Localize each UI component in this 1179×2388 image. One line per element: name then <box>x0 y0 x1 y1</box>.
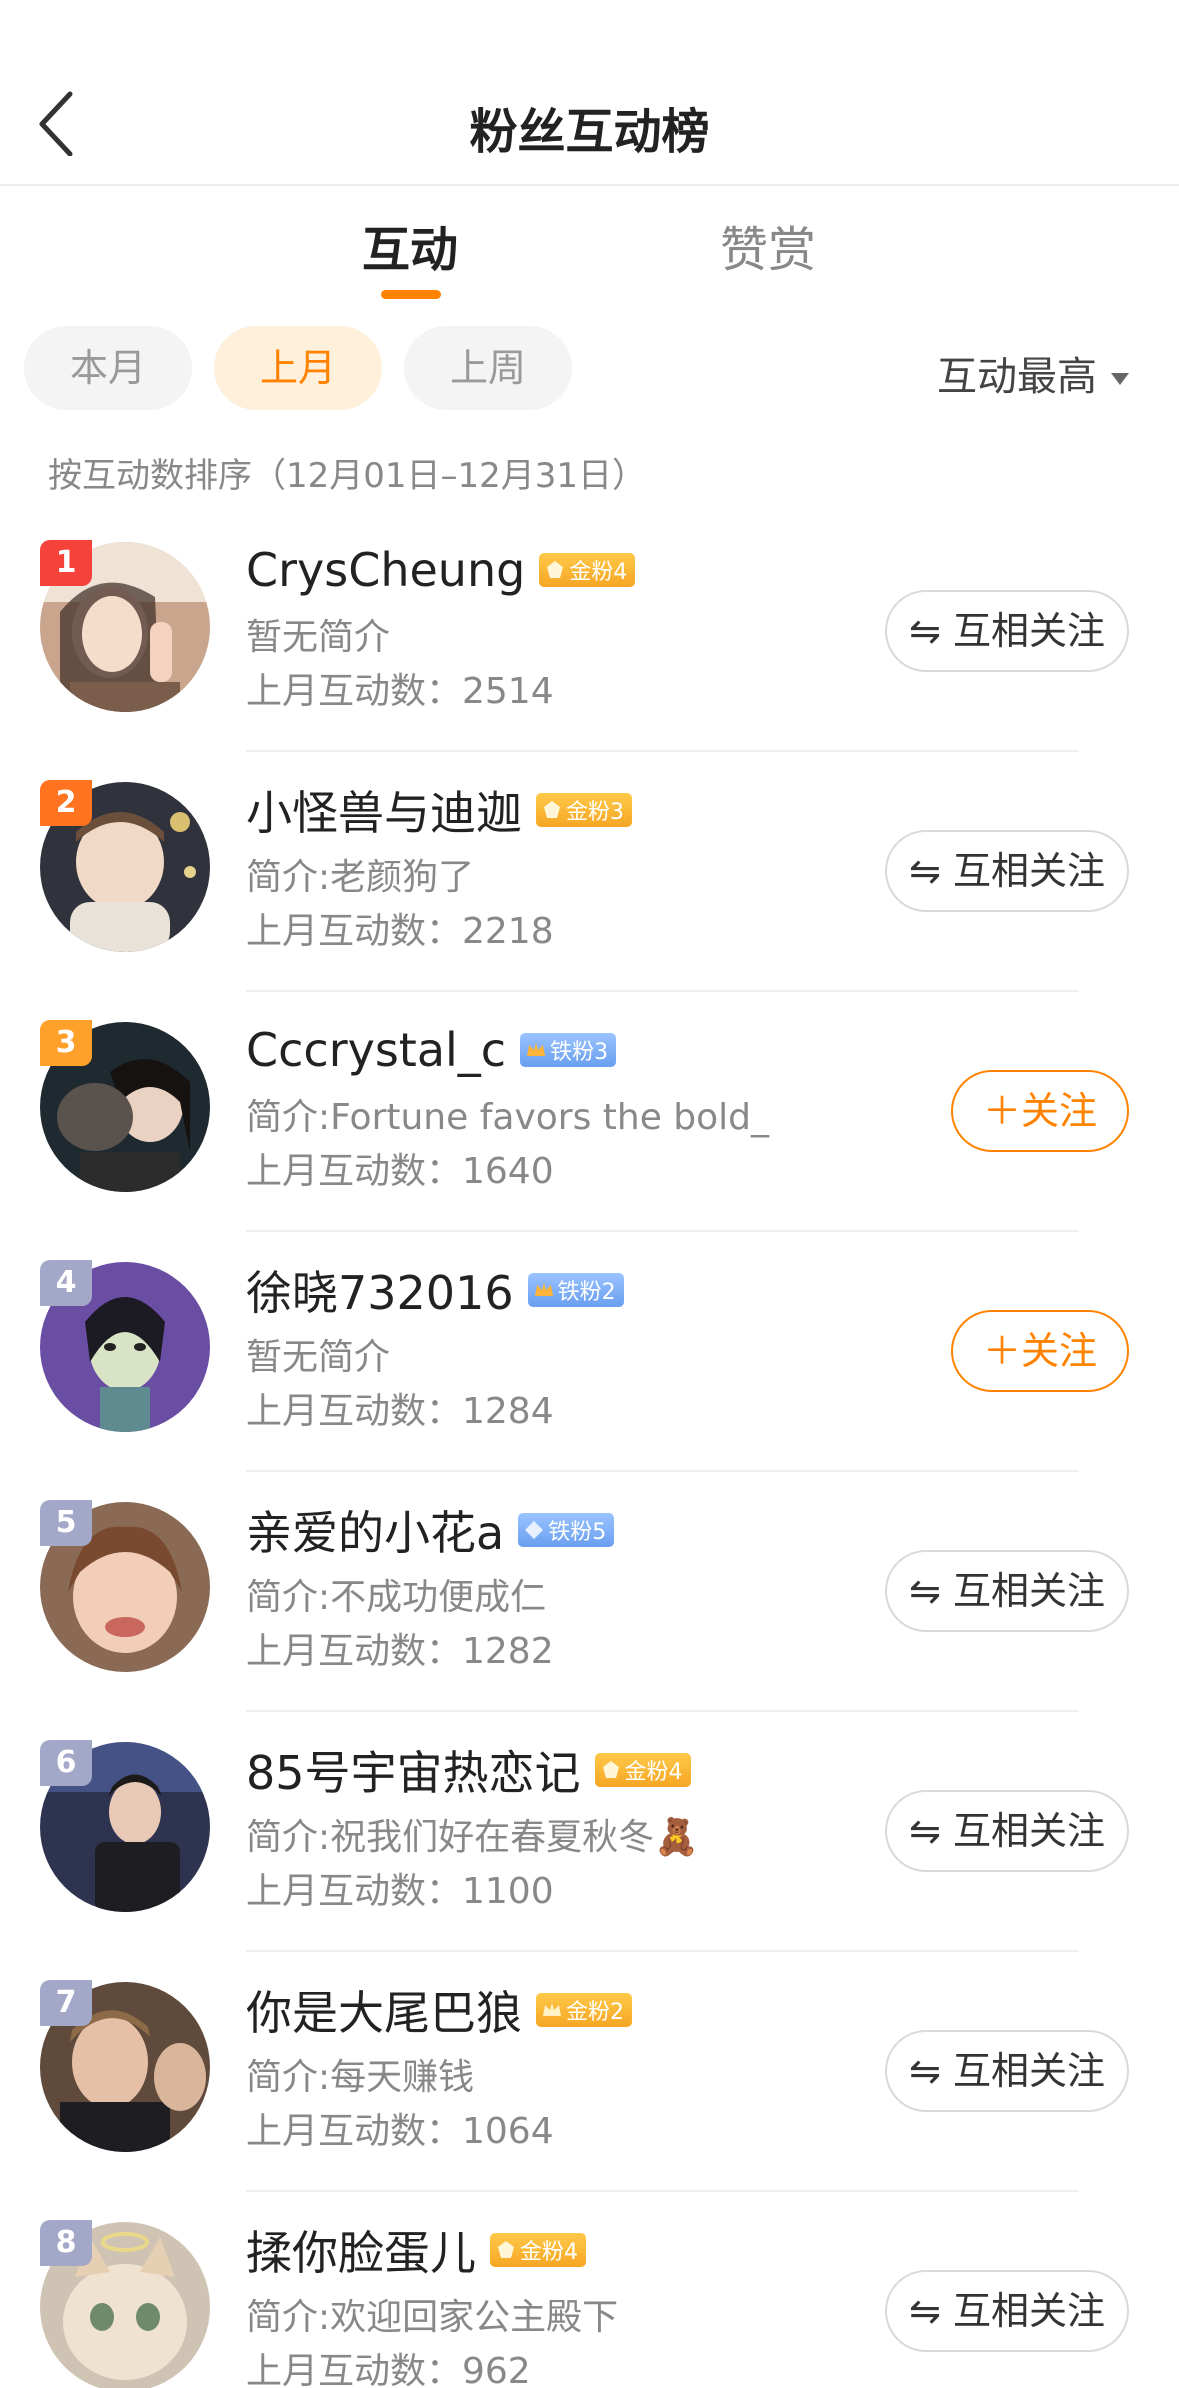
rank-badge: 5 <box>40 1500 92 1546</box>
name-line: 徐晓732016 铁粉2 <box>246 1260 624 1320</box>
sort-dropdown[interactable]: 互动最高 <box>937 344 1129 402</box>
fan-level-label: 金粉3 <box>566 800 624 825</box>
mutual-follow-button[interactable]: ⇋ 互相关注 <box>885 1790 1129 1872</box>
bio-text: 简介:Fortune favors the bold_ <box>246 1097 770 1138</box>
interaction-count: 上月互动数：1282 <box>246 1631 554 1672</box>
list-item[interactable]: 5 亲爱的小花a 铁粉5 简介:不成功便成仁 上月互动数：1282 ⇋ 互相关注 <box>0 1472 1179 1712</box>
fan-level-badge: 金粉4 <box>594 1753 691 1787</box>
name-line: 亲爱的小花a 铁粉5 <box>246 1497 615 1563</box>
rank-badge: 6 <box>40 1740 92 1786</box>
caret-down-icon <box>1111 373 1129 385</box>
gem-icon <box>602 1761 619 1778</box>
rank-badge: 4 <box>40 1260 92 1306</box>
mutual-follow-button[interactable]: ⇋ 互相关注 <box>885 2030 1129 2112</box>
date-range-text: 按互动数排序（12月01日–12月31日） <box>48 456 647 496</box>
rank-badge: 2 <box>40 780 92 826</box>
gem-icon <box>544 801 560 818</box>
username[interactable]: 亲爱的小花a <box>246 1497 504 1563</box>
diamond-icon <box>525 1521 544 1539</box>
list-item[interactable]: 7 你是大尾巴狼 金粉2 简介:每天赚钱 上月互动数：1064 ⇋ 互相关注 <box>0 1952 1179 2192</box>
mutual-follow-button[interactable]: ⇋ 互相关注 <box>885 2270 1129 2352</box>
interaction-count: 上月互动数：1064 <box>246 2111 554 2152</box>
fan-level-label: 金粉4 <box>520 2240 578 2265</box>
interaction-count: 上月互动数：1100 <box>246 1871 554 1912</box>
crown-icon <box>543 2003 561 2016</box>
interaction-count: 上月互动数：1640 <box>246 1151 554 1192</box>
list-item[interactable]: 1 CrysCheung 金粉4 暂无简介 上月互动数：2514 ⇋ 互相关注 <box>0 512 1179 752</box>
page-title: 粉丝互动榜 <box>469 104 710 160</box>
interaction-count: 上月互动数：2218 <box>246 911 554 952</box>
username[interactable]: Cccrystal_c <box>246 1023 506 1077</box>
interaction-count: 上月互动数：2514 <box>246 671 554 712</box>
list-item[interactable]: 4 徐晓732016 铁粉2 暂无简介 上月互动数：1284 ＋关注 <box>0 1232 1179 1472</box>
interaction-count: 上月互动数：962 <box>246 2351 531 2388</box>
bio-text: 简介:欢迎回家公主殿下 <box>246 2297 619 2338</box>
bio-text: 简介:不成功便成仁 <box>246 1577 547 1618</box>
tab-bar: 互动 赞赏 <box>0 186 1179 310</box>
username[interactable]: 揉你脸蛋儿 <box>246 2217 476 2283</box>
name-line: Cccrystal_c 铁粉3 <box>246 1020 617 1080</box>
gem-icon <box>547 561 564 578</box>
tab-interaction[interactable]: 互动 <box>362 210 458 280</box>
username[interactable]: 85号宇宙热恋记 <box>246 1737 581 1803</box>
tab-active-indicator <box>381 290 441 299</box>
username[interactable]: 小怪兽与迪迦 <box>246 777 522 843</box>
fan-level-label: 金粉2 <box>566 2000 624 2025</box>
list-item[interactable]: 2 小怪兽与迪迦 金粉3 简介:老颜狗了 上月互动数：2218 ⇋ 互相关注 <box>0 752 1179 992</box>
interaction-count: 上月互动数：1284 <box>246 1391 554 1432</box>
list-item[interactable]: 8 揉你脸蛋儿 金粉4 简介:欢迎回家公主殿下 上月互动数：962 ⇋ 互相关注 <box>0 2192 1179 2388</box>
rank-badge: 1 <box>40 540 92 586</box>
list-item[interactable]: 3 Cccrystal_c 铁粉3 简介:Fortune favors the … <box>0 992 1179 1232</box>
name-line: CrysCheung 金粉4 <box>246 540 636 600</box>
bio-text: 简介:老颜狗了 <box>246 857 475 898</box>
fan-level-label: 金粉4 <box>569 560 628 585</box>
follow-button[interactable]: ＋关注 <box>951 1310 1129 1392</box>
sort-label: 互动最高 <box>937 354 1097 400</box>
username[interactable]: CrysCheung <box>246 543 525 597</box>
username[interactable]: 你是大尾巴狼 <box>246 1977 522 2043</box>
fan-level-badge: 铁粉2 <box>527 1273 624 1307</box>
filter-last-month[interactable]: 上月 <box>214 326 382 410</box>
filter-this-month[interactable]: 本月 <box>24 326 192 410</box>
list-item[interactable]: 6 85号宇宙热恋记 金粉4 简介:祝我们好在春夏秋冬🧸 上月互动数：1100 … <box>0 1712 1179 1952</box>
name-line: 85号宇宙热恋记 金粉4 <box>246 1740 691 1800</box>
fan-level-label: 金粉4 <box>624 1760 683 1785</box>
period-filter: 本月 上月 上周 互动最高 <box>0 326 1179 410</box>
tab-appreciation[interactable]: 赞赏 <box>720 210 816 280</box>
fan-level-badge: 金粉3 <box>536 793 632 827</box>
nav-bar: 粉丝互动榜 <box>0 0 1179 186</box>
fan-level-badge: 铁粉3 <box>520 1033 617 1067</box>
fan-level-badge: 金粉4 <box>490 2233 586 2267</box>
mutual-follow-button[interactable]: ⇋ 互相关注 <box>885 830 1129 912</box>
filter-last-week[interactable]: 上周 <box>404 326 572 410</box>
name-line: 你是大尾巴狼 金粉2 <box>246 1980 632 2040</box>
rank-badge: 7 <box>40 1980 92 2026</box>
bio-text: 简介:每天赚钱 <box>246 2057 475 2098</box>
crown-icon <box>527 1043 546 1056</box>
bio-text: 暂无简介 <box>246 617 391 658</box>
follow-button[interactable]: ＋关注 <box>951 1070 1129 1152</box>
fan-level-label: 铁粉5 <box>548 1520 607 1545</box>
fan-level-label: 铁粉3 <box>550 1040 609 1065</box>
mutual-follow-button[interactable]: ⇋ 互相关注 <box>885 1550 1129 1632</box>
fan-level-badge: 金粉4 <box>539 553 636 587</box>
username[interactable]: 徐晓732016 <box>246 1257 514 1323</box>
fan-list: 1 CrysCheung 金粉4 暂无简介 上月互动数：2514 ⇋ 互相关注 … <box>0 512 1179 2388</box>
fan-level-badge: 金粉2 <box>536 1993 632 2027</box>
fan-level-badge: 铁粉5 <box>518 1513 615 1547</box>
gem-icon <box>498 2241 514 2258</box>
crown-icon <box>534 1283 553 1296</box>
name-line: 揉你脸蛋儿 金粉4 <box>246 2220 586 2280</box>
bio-text: 简介:祝我们好在春夏秋冬🧸 <box>246 1817 699 1858</box>
fan-level-label: 铁粉2 <box>557 1280 616 1305</box>
rank-badge: 8 <box>40 2220 92 2266</box>
name-line: 小怪兽与迪迦 金粉3 <box>246 780 632 840</box>
rank-badge: 3 <box>40 1020 92 1066</box>
mutual-follow-button[interactable]: ⇋ 互相关注 <box>885 590 1129 672</box>
bio-text: 暂无简介 <box>246 1337 391 1378</box>
